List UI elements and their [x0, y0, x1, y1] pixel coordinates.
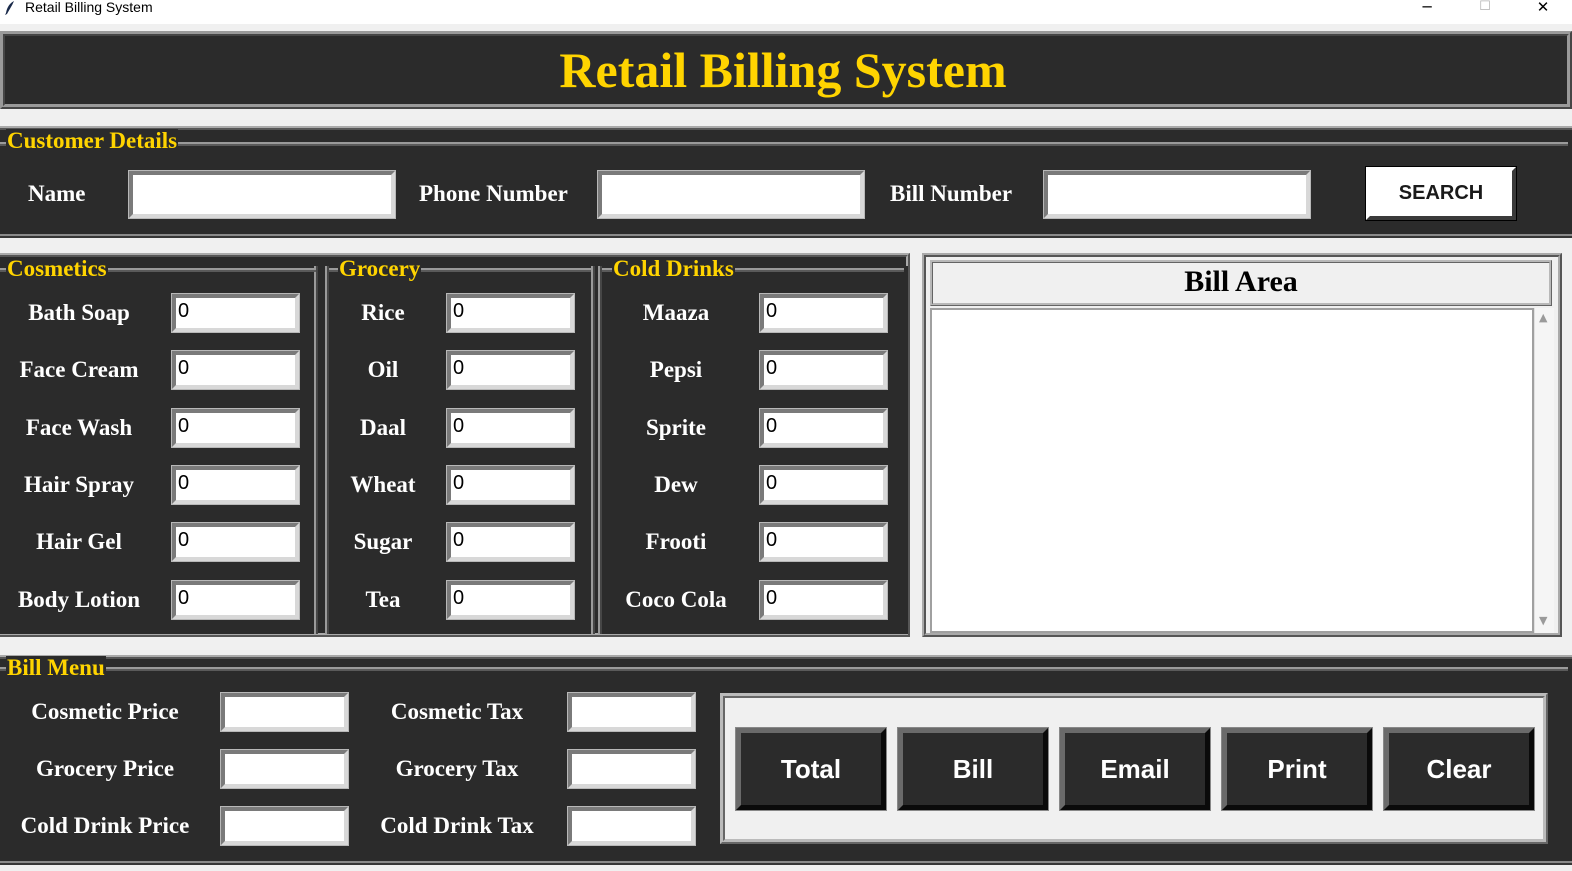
face-wash-label: Face Wash	[25, 415, 133, 440]
scroll-up-icon[interactable]: ▲	[1539, 312, 1547, 324]
print-button[interactable]: Print	[1221, 727, 1373, 811]
grocery-tax-input[interactable]	[567, 749, 696, 789]
cosmetics-legend: Cosmetics	[6, 256, 108, 281]
cosmetic-price-label: Cosmetic Price	[31, 699, 179, 724]
grocery-price-label: Grocery Price	[35, 756, 175, 781]
grocery-legend: Grocery	[338, 256, 422, 281]
cold-drink-price-input[interactable]	[220, 806, 349, 846]
oil-input[interactable]: 0	[446, 350, 575, 390]
hair-gel-label: Hair Gel	[36, 529, 122, 554]
dew-label: Dew	[654, 472, 698, 497]
tea-input[interactable]: 0	[446, 580, 575, 620]
cold-drink-tax-input[interactable]	[567, 806, 696, 846]
hair-spray-label: Hair Spray	[23, 472, 135, 497]
face-cream-input[interactable]: 0	[171, 350, 300, 390]
cosmetic-price-input[interactable]	[220, 692, 349, 732]
feather-icon	[5, 1, 14, 15]
hair-gel-input[interactable]: 0	[171, 522, 300, 562]
total-button[interactable]: Total	[735, 727, 887, 811]
name-input[interactable]	[128, 170, 396, 219]
bill-menu-legend: Bill Menu	[6, 655, 106, 680]
wheat-label: Wheat	[350, 472, 416, 497]
cold-drink-tax-label: Cold Drink Tax	[380, 813, 534, 838]
sugar-label: Sugar	[353, 529, 413, 554]
bill-number-label: Bill Number	[890, 181, 1013, 206]
phone-number-label: Phone Number	[419, 181, 568, 206]
bath-soap-label: Bath Soap	[28, 300, 130, 325]
pepsi-input[interactable]: 0	[759, 350, 888, 390]
bath-soap-input[interactable]: 0	[171, 293, 300, 333]
scroll-down-icon[interactable]: ▼	[1539, 615, 1547, 627]
pepsi-label: Pepsi	[649, 357, 703, 382]
bill-area-title: Bill Area	[930, 260, 1552, 306]
coco-cola-input[interactable]: 0	[759, 580, 888, 620]
customer-details-border	[0, 142, 1568, 146]
rice-input[interactable]: 0	[446, 293, 575, 333]
sprite-input[interactable]: 0	[759, 408, 888, 448]
bill-button[interactable]: Bill	[897, 727, 1049, 811]
rice-label: Rice	[361, 300, 405, 325]
bill-scrollbar[interactable]	[1534, 308, 1554, 633]
grocery-tax-label: Grocery Tax	[395, 756, 519, 781]
frooti-label: Frooti	[645, 529, 707, 554]
daal-input[interactable]: 0	[446, 408, 575, 448]
tea-label: Tea	[365, 587, 401, 612]
sugar-input[interactable]: 0	[446, 522, 575, 562]
clear-button[interactable]: Clear	[1383, 727, 1535, 811]
face-cream-label: Face Cream	[19, 357, 139, 382]
grocery-price-input[interactable]	[220, 749, 349, 789]
bill-menu-border	[0, 667, 1568, 671]
maximize-icon[interactable]: ☐	[1465, 0, 1505, 18]
cold-drinks-legend: Cold Drinks	[612, 256, 735, 281]
minimize-icon[interactable]: ─	[1407, 0, 1447, 18]
app-title: Retail Billing System	[559, 42, 1007, 98]
phone-number-input[interactable]	[597, 170, 865, 219]
oil-label: Oil	[367, 357, 399, 382]
frooti-input[interactable]: 0	[759, 522, 888, 562]
cosmetic-tax-label: Cosmetic Tax	[390, 699, 524, 724]
email-button[interactable]: Email	[1059, 727, 1211, 811]
bill-text-area[interactable]	[930, 308, 1534, 633]
window-title: Retail Billing System	[25, 0, 153, 15]
body-lotion-input[interactable]: 0	[171, 580, 300, 620]
body-lotion-label: Body Lotion	[17, 587, 141, 612]
hair-spray-input[interactable]: 0	[171, 465, 300, 505]
face-wash-input[interactable]: 0	[171, 408, 300, 448]
search-button[interactable]: SEARCH	[1365, 166, 1517, 221]
cosmetic-tax-input[interactable]	[567, 692, 696, 732]
cold-drink-price-label: Cold Drink Price	[20, 813, 190, 838]
sprite-label: Sprite	[645, 415, 707, 440]
window-titlebar	[0, 0, 1572, 24]
bill-number-input[interactable]	[1043, 170, 1311, 219]
close-icon[interactable]: ✕	[1523, 0, 1563, 18]
dew-input[interactable]: 0	[759, 465, 888, 505]
daal-label: Daal	[360, 415, 406, 440]
maaza-label: Maaza	[642, 300, 710, 325]
name-label: Name	[28, 181, 86, 206]
maaza-input[interactable]: 0	[759, 293, 888, 333]
customer-details-legend: Customer Details	[6, 128, 179, 153]
coco-cola-label: Coco Cola	[625, 587, 727, 612]
wheat-input[interactable]: 0	[446, 465, 575, 505]
